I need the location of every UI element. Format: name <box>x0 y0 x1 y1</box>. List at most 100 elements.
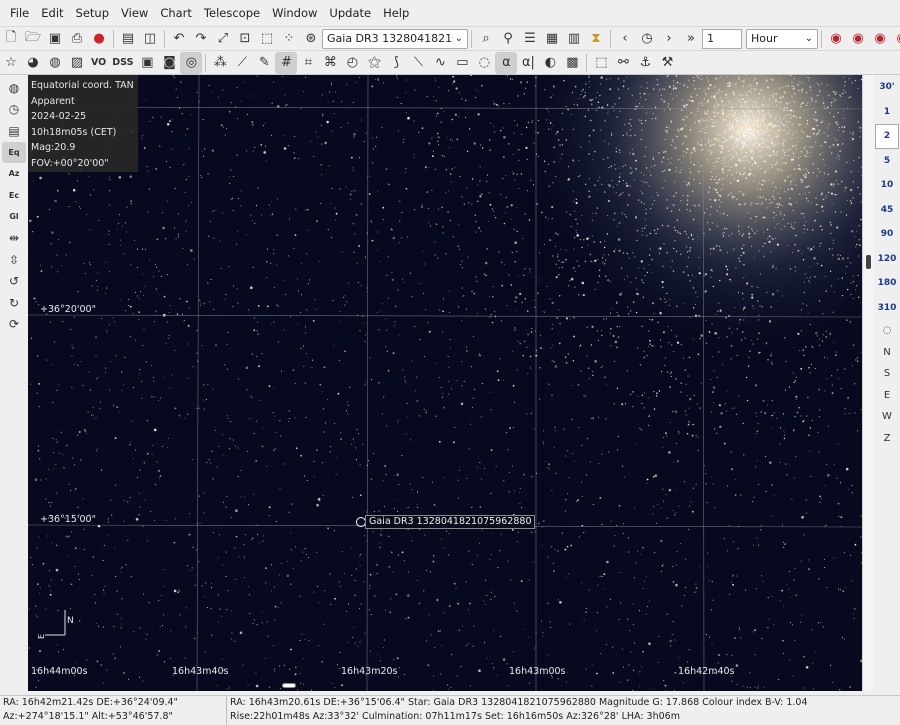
equatorial-projection-button[interactable]: Eq <box>2 141 26 163</box>
list-icon[interactable]: ☰ <box>519 28 541 50</box>
fit-area-icon[interactable]: ⊡ <box>234 28 256 50</box>
vo-button[interactable]: VO <box>88 52 109 74</box>
time-step-input[interactable]: 1 <box>702 28 742 49</box>
picture-icon[interactable]: ▣ <box>136 52 158 74</box>
menu-file[interactable]: File <box>4 0 35 26</box>
menu-setup[interactable]: Setup <box>70 0 115 26</box>
clock-icon[interactable]: ◷ <box>636 28 658 50</box>
anchor-icon[interactable]: ⚓ <box>634 52 656 74</box>
target-icon[interactable]: ◎ <box>180 51 203 74</box>
flip-vertical-icon[interactable]: ⇳ <box>2 249 26 271</box>
calendar-icon[interactable]: ▤ <box>2 120 26 142</box>
galactic-projection-button[interactable]: Gl <box>2 206 26 228</box>
globe-icon[interactable]: ◍ <box>2 77 26 99</box>
time-unit-select[interactable]: Hour ⌄ <box>746 28 818 49</box>
step-forward-icon[interactable]: › <box>658 28 680 50</box>
print-icon[interactable]: ⎙ <box>66 28 88 50</box>
altaz-projection-button[interactable]: Az <box>2 163 26 185</box>
fov-180deg-button[interactable]: 180 <box>875 271 899 296</box>
constellation-grid-icon[interactable]: ⌘ <box>319 52 341 74</box>
fov-30min-button[interactable]: 30' <box>875 75 899 100</box>
eq-grid-icon[interactable]: ⌗ <box>297 52 319 74</box>
search-icon[interactable]: ⌕ <box>475 28 497 50</box>
undo-icon[interactable]: ↶ <box>168 28 190 50</box>
fov-10deg-button[interactable]: 10 <box>875 173 899 198</box>
fov-1deg-button[interactable]: 1 <box>875 100 899 125</box>
night-vision-icon[interactable]: ▩ <box>561 52 583 74</box>
distance-icon[interactable]: ⁘ <box>278 28 300 50</box>
fov-120deg-button[interactable]: 120 <box>875 247 899 272</box>
horizon-view-icon[interactable]: ◌ <box>875 320 899 342</box>
greek-letter-button[interactable]: α <box>495 51 518 74</box>
compass-icon[interactable]: ◴ <box>341 52 363 74</box>
nebula-icon[interactable]: ◕ <box>22 52 44 74</box>
open-icon[interactable]: 🗁 <box>22 28 44 50</box>
scrollbar-thumb[interactable] <box>866 255 871 269</box>
time-icon[interactable]: ◷ <box>2 99 26 121</box>
star-dot <box>578 98 580 100</box>
object-search-select[interactable]: Gaia DR3 132804182107596288 ⌄ <box>322 28 468 49</box>
fov-310deg-button[interactable]: 310 <box>875 296 899 321</box>
satellite-icon[interactable]: ✎ <box>253 52 275 74</box>
rotate-reset-icon[interactable]: ⟳ <box>2 314 26 336</box>
selected-star-label[interactable]: Gaia DR3 1328041821075962880 <box>365 515 536 529</box>
measure-icon[interactable]: ⚒ <box>656 52 678 74</box>
comet-icon[interactable]: ⁂ <box>209 52 231 74</box>
fast-forward-icon[interactable]: » <box>680 28 702 50</box>
asteroid-icon[interactable]: ⟋ <box>231 52 253 74</box>
select-area-icon[interactable]: ⬚ <box>256 28 278 50</box>
rotate-left-icon[interactable]: ↺ <box>2 271 26 293</box>
sky-chart[interactable]: Equatorial coord. TAN Apparent 2024-02-2… <box>28 75 862 691</box>
menu-telescope[interactable]: Telescope <box>198 0 266 26</box>
dss-button[interactable]: DSS <box>109 52 136 74</box>
star-dot <box>319 500 321 502</box>
chart-vertical-scrollbar[interactable] <box>862 75 874 691</box>
redo-icon[interactable]: ↷ <box>190 28 212 50</box>
image-icon[interactable]: ▨ <box>66 52 88 74</box>
menu-edit[interactable]: Edit <box>35 0 69 26</box>
step-back-icon[interactable]: ‹ <box>614 28 636 50</box>
calendar-icon[interactable]: ▥ <box>563 28 585 50</box>
fov-5deg-button[interactable]: 5 <box>875 149 899 174</box>
menu-chart[interactable]: Chart <box>154 0 198 26</box>
constellation-lines-icon[interactable]: ⚝ <box>363 52 385 74</box>
time-plus-icon[interactable]: ◉ <box>847 28 869 50</box>
menu-window[interactable]: Window <box>266 0 323 26</box>
location-icon[interactable]: ⚲ <box>497 28 519 50</box>
table-icon[interactable]: ▦ <box>541 28 563 50</box>
star-icon[interactable]: ☆ <box>0 52 22 74</box>
constellation-boundary-icon[interactable]: ⟆ <box>385 52 407 74</box>
zoom-area-icon[interactable]: ⤢ <box>212 28 234 50</box>
rotate-right-icon[interactable]: ↻ <box>2 292 26 314</box>
planet-icon[interactable]: ◍ <box>44 52 66 74</box>
fov-90deg-button[interactable]: 90 <box>875 222 899 247</box>
flip-horizontal-icon[interactable]: ⇹ <box>2 228 26 250</box>
horizon-icon[interactable]: ▭ <box>451 52 473 74</box>
split-view-icon[interactable]: ◫ <box>139 28 161 50</box>
pin-icon[interactable]: ● <box>88 28 110 50</box>
object-class-icon[interactable]: ⊛ <box>300 28 322 50</box>
star-dot <box>830 664 832 666</box>
time-icon[interactable]: ⧗ <box>585 28 607 50</box>
circle-icon[interactable]: ◌ <box>473 52 495 74</box>
ecliptic-projection-button[interactable]: Ec <box>2 185 26 207</box>
ecliptic-icon[interactable]: ∿ <box>429 52 451 74</box>
fov-frame-icon[interactable]: ⬚ <box>590 52 612 74</box>
new-chart-icon[interactable]: 🗋 <box>0 28 22 50</box>
toggle-panel-icon[interactable]: ▤ <box>117 28 139 50</box>
time-now-icon[interactable]: ◉ <box>891 28 900 50</box>
time-minus-icon[interactable]: ◉ <box>825 28 847 50</box>
menu-view[interactable]: View <box>115 0 154 26</box>
fov-45deg-button[interactable]: 45 <box>875 198 899 223</box>
menu-help[interactable]: Help <box>377 0 415 26</box>
label-button[interactable]: α| <box>517 52 539 74</box>
milky-way-icon[interactable]: ⟍ <box>407 52 429 74</box>
moon-icon[interactable]: ◐ <box>539 52 561 74</box>
time-reset-icon[interactable]: ◉ <box>869 28 891 50</box>
fov-2deg-button[interactable]: 2 <box>875 124 899 149</box>
grid-icon[interactable]: # <box>275 51 298 74</box>
menu-update[interactable]: Update <box>323 0 377 26</box>
save-icon[interactable]: ▣ <box>44 28 66 50</box>
binocular-icon[interactable]: ⚯ <box>612 52 634 74</box>
camera-icon[interactable]: ◙ <box>158 52 180 74</box>
